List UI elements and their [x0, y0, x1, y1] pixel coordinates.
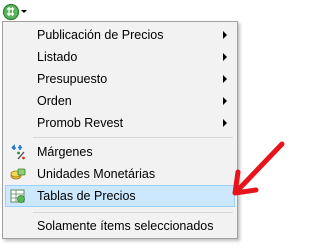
menu-item-label: Solamente ítems seleccionados: [37, 219, 214, 233]
dollar-price-icon: [2, 3, 20, 21]
submenu-arrow-icon: [223, 119, 227, 127]
margin-percent-icon: [11, 144, 25, 160]
price-toolbar-button[interactable]: [2, 2, 28, 22]
menu-item-label: Publicación de Precios: [37, 28, 164, 42]
menu-item-label: Márgenes: [37, 145, 93, 159]
menu-item-tablas-precios[interactable]: Tablas de Precios: [5, 185, 235, 207]
menu-item-label: Unidades Monetárias: [37, 167, 156, 181]
submenu-arrow-icon: [223, 97, 227, 105]
menu-item-label: Promob Revest: [37, 116, 124, 130]
chevron-down-icon[interactable]: [21, 10, 27, 13]
menu-item-unidades-monetarias[interactable]: Unidades Monetárias: [5, 163, 235, 185]
menu-item-orden[interactable]: Orden: [5, 90, 235, 112]
menu-item-label: Tablas de Precios: [37, 189, 136, 203]
submenu-arrow-icon: [223, 75, 227, 83]
menu-item-listado[interactable]: Listado: [5, 46, 235, 68]
menu-item-margenes[interactable]: Márgenes: [5, 141, 235, 163]
price-table-icon: [10, 189, 25, 203]
annotation-arrow-icon: [232, 141, 285, 196]
submenu-arrow-icon: [223, 53, 227, 61]
submenu-arrow-icon: [223, 31, 227, 39]
price-dropdown-menu: Publicación de Precios Listado Presupues…: [2, 21, 238, 239]
menu-item-label: Orden: [37, 94, 72, 108]
menu-item-publicacion-precios[interactable]: Publicación de Precios: [5, 24, 235, 46]
menu-item-solamente-seleccionados[interactable]: Solamente ítems seleccionados: [5, 215, 235, 237]
menu-separator: [33, 212, 233, 213]
coins-icon: [10, 168, 26, 180]
menu-item-label: Presupuesto: [37, 72, 108, 86]
menu-item-label: Listado: [37, 50, 78, 64]
menu-item-presupuesto[interactable]: Presupuesto: [5, 68, 235, 90]
menu-separator: [33, 137, 233, 138]
menu-item-promob-revest[interactable]: Promob Revest: [5, 112, 235, 134]
